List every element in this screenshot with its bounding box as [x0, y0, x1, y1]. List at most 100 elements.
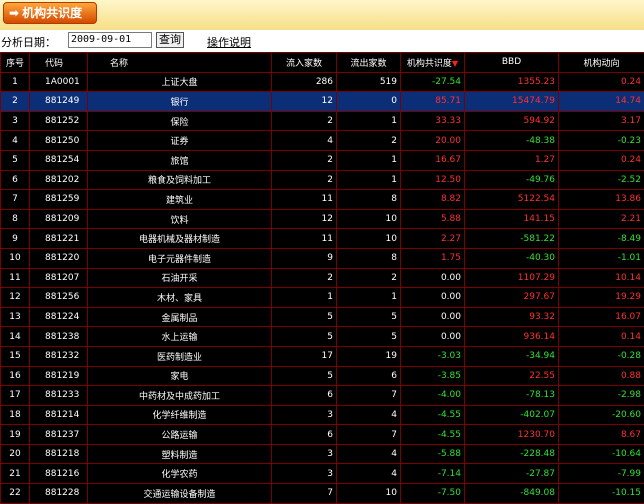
help-link[interactable]: 操作说明 [207, 34, 251, 50]
row-name: 化学纤维制造 [88, 405, 272, 425]
row-bbd: -78.13 [465, 386, 559, 406]
row-trend: -8.49 [559, 229, 644, 249]
col-header-consensus[interactable]: 机构共识度▼ [401, 53, 465, 73]
row-outflow: 5 [337, 307, 401, 327]
table-row[interactable]: 20881218塑料制造34-5.88-228.48-10.64 [1, 444, 644, 464]
filter-bar: 分析日期： 2009-09-01 查询 操作说明 [0, 30, 644, 52]
table-row[interactable]: 5881254旅馆2116.671.270.24 [1, 150, 644, 170]
row-bbd: -48.38 [465, 131, 559, 151]
table-row[interactable]: 14881238水上运输550.00936.140.14 [1, 327, 644, 347]
table-row[interactable]: 11A0001上证大盘286519-27.541355.230.24 [1, 72, 644, 92]
row-name: 交通运输设备制造 [88, 484, 272, 504]
table-row[interactable]: 12881256木材、家具110.00297.6719.29 [1, 288, 644, 308]
row-trend: -10.64 [559, 444, 644, 464]
table-row[interactable]: 15881232医药制造业1719-3.03-34.94-0.28 [1, 346, 644, 366]
row-name: 公路运输 [88, 425, 272, 445]
row-outflow: 4 [337, 405, 401, 425]
table-row[interactable]: 9881221电器机械及器材制造11102.27-581.22-8.49 [1, 229, 644, 249]
table-row[interactable]: 3881252保险2133.33594.923.17 [1, 111, 644, 131]
row-name: 粮食及饲料加工 [88, 170, 272, 190]
row-bbd: 15474.79 [465, 92, 559, 112]
row-inflow: 286 [272, 72, 337, 92]
row-consensus: 5.88 [401, 209, 465, 229]
row-code: 881219 [30, 366, 88, 386]
row-trend: 3.17 [559, 111, 644, 131]
row-consensus: 85.71 [401, 92, 465, 112]
row-bbd: 594.92 [465, 111, 559, 131]
row-consensus: -3.85 [401, 366, 465, 386]
row-bbd: -49.76 [465, 170, 559, 190]
col-header-trend[interactable]: 机构动向 [559, 53, 644, 73]
col-header-bbd[interactable]: BBD [465, 53, 559, 73]
col-header-index[interactable]: 序号 [1, 53, 30, 73]
table-row[interactable]: 10881220电子元器件制造981.75-40.30-1.01 [1, 248, 644, 268]
table-row[interactable]: 8881209饮料12105.88141.152.21 [1, 209, 644, 229]
title-tab[interactable]: ➡ 机构共识度 [3, 2, 97, 24]
row-trend: 14.74 [559, 92, 644, 112]
row-outflow: 10 [337, 209, 401, 229]
table-row[interactable]: 7881259建筑业1188.825122.5413.86 [1, 190, 644, 210]
row-index: 12 [1, 288, 30, 308]
row-inflow: 3 [272, 444, 337, 464]
row-name: 石油开采 [88, 268, 272, 288]
table-row[interactable]: 17881233中药材及中成药加工67-4.00-78.13-2.98 [1, 386, 644, 406]
table-row[interactable]: 2881249银行12085.7115474.7914.74 [1, 92, 644, 112]
row-consensus: 0.00 [401, 327, 465, 347]
table-row[interactable]: 6881202粮食及饲料加工2112.50-49.76-2.52 [1, 170, 644, 190]
table-row[interactable]: 22881228交通运输设备制造710-7.50-849.08-10.15 [1, 484, 644, 504]
table-row[interactable]: 4881250证券4220.00-48.38-0.23 [1, 131, 644, 151]
row-trend: -2.52 [559, 170, 644, 190]
consensus-table: 序号 代码 名称 流入家数 流出家数 机构共识度▼ BBD 机构动向 11A00… [0, 52, 644, 504]
row-trend: 0.24 [559, 72, 644, 92]
row-consensus: 16.67 [401, 150, 465, 170]
table-row[interactable]: 11881207石油开采220.001107.2910.14 [1, 268, 644, 288]
table-row[interactable]: 13881224金属制品550.0093.3216.07 [1, 307, 644, 327]
col-header-inflow[interactable]: 流入家数 [272, 53, 337, 73]
row-code: 881238 [30, 327, 88, 347]
row-outflow: 6 [337, 366, 401, 386]
row-inflow: 6 [272, 425, 337, 445]
table-row[interactable]: 21881216化学农药34-7.14-27.87-7.99 [1, 464, 644, 484]
col-header-name[interactable]: 名称 [88, 53, 272, 73]
row-outflow: 4 [337, 464, 401, 484]
row-inflow: 2 [272, 170, 337, 190]
table-row[interactable]: 16881219家电56-3.8522.550.88 [1, 366, 644, 386]
right-arrow-icon: ➡ [9, 3, 19, 23]
col-header-code[interactable]: 代码 [30, 53, 88, 73]
row-index: 13 [1, 307, 30, 327]
row-inflow: 3 [272, 464, 337, 484]
col-header-outflow[interactable]: 流出家数 [337, 53, 401, 73]
row-name: 木材、家具 [88, 288, 272, 308]
row-name: 金属制品 [88, 307, 272, 327]
date-input[interactable]: 2009-09-01 [68, 32, 152, 48]
row-code: 881252 [30, 111, 88, 131]
row-index: 19 [1, 425, 30, 445]
row-index: 11 [1, 268, 30, 288]
row-outflow: 2 [337, 131, 401, 151]
sort-down-icon: ▼ [452, 59, 458, 68]
row-inflow: 5 [272, 307, 337, 327]
row-index: 2 [1, 92, 30, 112]
row-outflow: 8 [337, 248, 401, 268]
row-index: 14 [1, 327, 30, 347]
row-trend: 13.86 [559, 190, 644, 210]
table-row[interactable]: 18881214化学纤维制造34-4.55-402.07-20.60 [1, 405, 644, 425]
row-name: 电器机械及器材制造 [88, 229, 272, 249]
row-bbd: 936.14 [465, 327, 559, 347]
row-code: 881207 [30, 268, 88, 288]
row-name: 化学农药 [88, 464, 272, 484]
row-outflow: 0 [337, 92, 401, 112]
row-trend: -0.28 [559, 346, 644, 366]
row-code: 881202 [30, 170, 88, 190]
row-trend: 0.24 [559, 150, 644, 170]
row-trend: 0.88 [559, 366, 644, 386]
table-row[interactable]: 19881237公路运输67-4.551230.708.67 [1, 425, 644, 445]
query-button[interactable]: 查询 [156, 32, 184, 48]
row-code: 881221 [30, 229, 88, 249]
row-inflow: 2 [272, 268, 337, 288]
row-name: 证券 [88, 131, 272, 151]
row-outflow: 19 [337, 346, 401, 366]
row-bbd: -40.30 [465, 248, 559, 268]
row-trend: 2.21 [559, 209, 644, 229]
row-outflow: 7 [337, 386, 401, 406]
